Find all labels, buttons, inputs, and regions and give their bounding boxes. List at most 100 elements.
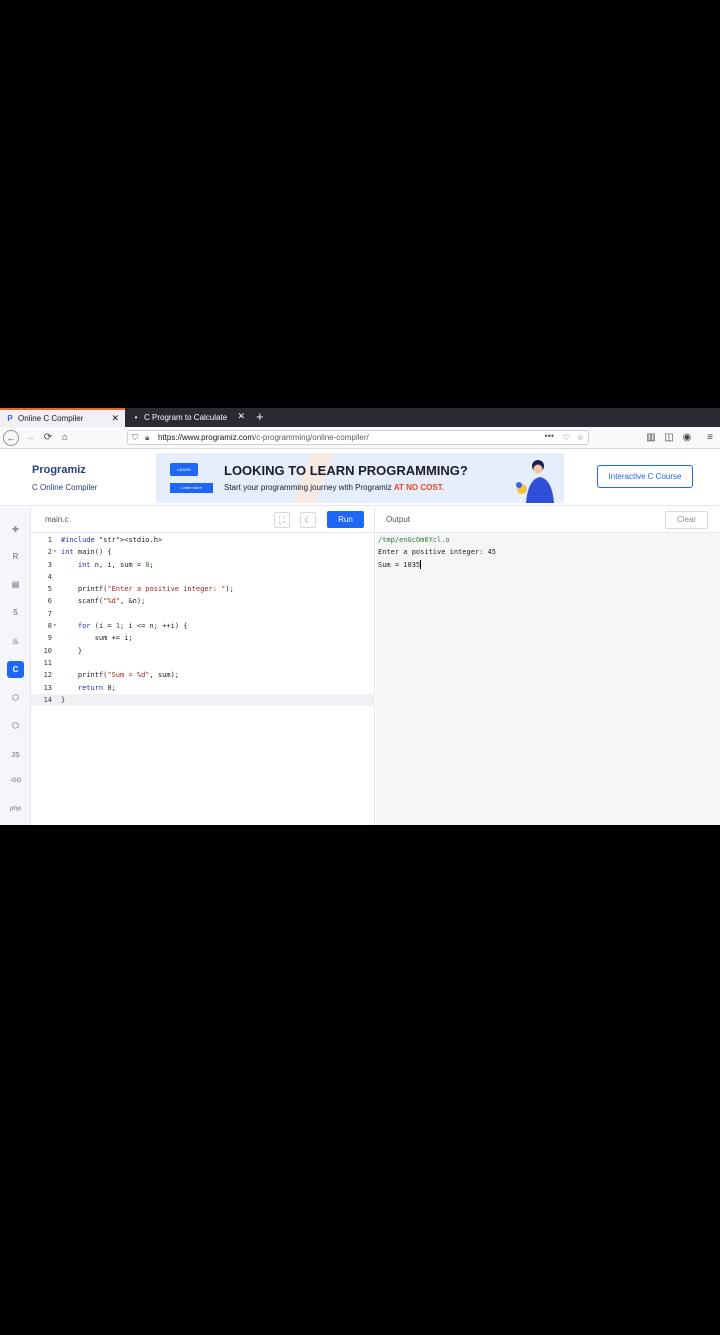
new-tab-button[interactable]: + <box>256 409 264 425</box>
output-header: Output Clear <box>376 507 720 533</box>
file-tab-main-c[interactable]: main.c <box>45 515 69 524</box>
navigation-toolbar: ← → ⟳ ⌂ ⛉ 🔒︎ https://www.programiz.com/c… <box>0 427 720 449</box>
address-bar[interactable]: ⛉ 🔒︎ https://www.programiz.com/c-program… <box>127 430 589 445</box>
sql-icon[interactable]: ▤ <box>7 576 24 593</box>
output-title: Output <box>386 515 411 524</box>
code-text: printf("Sum = %d", sum); <box>61 671 180 680</box>
php-icon[interactable]: php <box>7 801 24 818</box>
code-line[interactable]: 9 sum += i; <box>31 632 375 644</box>
line-number: 6 <box>47 597 52 606</box>
run-button[interactable]: Run <box>327 511 364 528</box>
code-text: int n, i, sum = 0; <box>77 560 154 569</box>
code-text: scanf("%d", &n); <box>61 597 146 606</box>
output-console[interactable]: /tmp/enGcOm6Ycl.o Enter a positive integ… <box>378 534 496 571</box>
banner-subtext-emphasis: AT NO COST. <box>393 483 444 492</box>
line-number: 1 <box>47 536 52 544</box>
code-line[interactable]: 13 return 0; <box>31 682 375 694</box>
bookmark-star-icon[interactable]: ☆ <box>577 431 584 444</box>
forward-arrow-icon[interactable]: → <box>23 430 37 446</box>
lock-icon[interactable]: 🔒︎ <box>145 431 149 444</box>
close-tab-icon[interactable]: ✕ <box>111 413 119 424</box>
back-arrow-icon[interactable]: ← <box>3 430 19 446</box>
code-line[interactable]: 2 ▾ int main() { <box>31 546 375 558</box>
reload-icon[interactable]: ⟳ <box>41 430 55 446</box>
banner-headline: LOOKING TO LEARN PROGRAMMING? <box>224 463 468 478</box>
code-line[interactable]: 5 printf("Enter a positive integer: "); <box>31 583 375 595</box>
code-editor-panel: main.c ⛶ ☾ Run 1 #include "str"><stdio.h>… <box>31 507 375 825</box>
code-text: for (i = 1; i <= n; ++i) { <box>77 622 188 631</box>
banner-decoration <box>292 453 334 503</box>
line-number: 3 <box>47 560 52 569</box>
fold-arrow-icon[interactable]: ▾ <box>53 620 57 632</box>
fullscreen-icon[interactable]: ⛶ <box>274 512 290 528</box>
cpp-icon[interactable]: ⬡ <box>7 689 24 706</box>
c-icon[interactable]: C <box>7 661 24 678</box>
code-line[interactable]: 14} <box>31 693 375 707</box>
line-number: 12 <box>43 671 52 680</box>
dark-mode-icon[interactable]: ☾ <box>300 512 316 528</box>
clear-button[interactable]: Clear <box>665 511 708 529</box>
code-line[interactable]: 10 } <box>31 645 375 657</box>
sidebar-icon[interactable]: ◫ <box>662 430 676 446</box>
go-icon[interactable]: -GO <box>7 773 24 790</box>
line-number: 2 <box>47 548 52 557</box>
code-line[interactable]: 6 scanf("%d", &n); <box>31 595 375 607</box>
shield-icon[interactable]: ⛉ <box>132 431 138 444</box>
line-number: 13 <box>43 683 52 692</box>
fold-arrow-icon[interactable]: ▾ <box>53 546 57 558</box>
code-line[interactable]: 12 printf("Sum = %d", sum); <box>31 669 375 681</box>
code-line[interactable]: 7 <box>31 608 375 620</box>
code-text: printf("Enter a positive integer: "); <box>61 585 234 594</box>
banner-subtext-main: Start your programming journey with Prog… <box>224 483 394 492</box>
tab-online-c-compiler[interactable]: P Online C Compiler ✕ <box>0 408 125 427</box>
promo-banner[interactable]: LEARN PYTHON Learn More LOOKING TO LEARN… <box>156 453 564 503</box>
interactive-course-button[interactable]: Interactive C Course <box>597 465 693 488</box>
learn-more-button[interactable]: Learn More <box>170 483 213 493</box>
code-area[interactable]: 1 #include "str"><stdio.h> 2 ▾ int main() {3… <box>31 534 375 707</box>
person-illustration-icon <box>516 460 554 503</box>
tab-strip: P Online C Compiler ✕ • C Program to Cal… <box>0 408 720 427</box>
csharp-icon[interactable]: ⬡ <box>7 717 24 734</box>
programiz-favicon-icon: P <box>7 414 13 423</box>
line-number: 9 <box>47 634 52 643</box>
js-icon[interactable]: JS <box>7 747 24 764</box>
line-number: 5 <box>47 585 52 594</box>
logo-text: Programiz <box>32 464 86 476</box>
close-tab-icon[interactable]: ✕ <box>237 411 245 422</box>
line-number: 8 <box>47 622 52 631</box>
code-text: #include "str"><stdio.h> <box>61 536 163 544</box>
code-line[interactable]: 1 #include "str"><stdio.h> <box>31 534 375 546</box>
browser-window: P Online C Compiler ✕ • C Program to Cal… <box>0 408 720 825</box>
editor-header: main.c ⛶ ☾ Run <box>31 507 375 533</box>
java-icon[interactable]: ♨ <box>7 633 24 650</box>
code-line[interactable]: 4 <box>31 571 375 583</box>
url-host: https://www.programiz.com <box>158 433 255 442</box>
code-text: } <box>61 646 83 655</box>
tab-c-program[interactable]: • C Program to Calculate ✕ <box>126 408 251 427</box>
language-rail: ✚ R ▤ 5 ♨ C ⬡ ⬡ JS -GO php <box>0 507 31 825</box>
code-line[interactable]: 8 ▾ for (i = 1; i <= n; ++i) { <box>31 620 375 632</box>
page-subtitle: C Online Compiler <box>32 483 98 492</box>
pocket-icon[interactable]: ♡ <box>563 431 570 444</box>
code-line[interactable]: 3 int n, i, sum = 0; <box>31 559 375 571</box>
programiz-logo[interactable]: Programiz <box>32 464 86 476</box>
account-icon[interactable]: ◉ <box>680 430 694 446</box>
page-actions-icon[interactable]: ••• <box>545 430 554 443</box>
line-number: 11 <box>43 658 52 667</box>
output-panel: Output Clear /tmp/enGcOm6Ycl.o Enter a p… <box>376 507 720 825</box>
learn-python-badge: LEARN PYTHON <box>170 463 198 485</box>
output-line: Sum = 1035 <box>378 559 496 571</box>
home-icon[interactable]: ⌂ <box>58 430 72 446</box>
r-icon[interactable]: R <box>7 548 24 565</box>
code-line[interactable]: 11 <box>31 657 375 669</box>
python-icon[interactable]: ✚ <box>7 521 24 538</box>
tab-title: Online C Compiler <box>18 414 84 423</box>
library-icon[interactable]: ▥ <box>644 430 658 446</box>
tab-title: C Program to Calculate <box>144 413 228 422</box>
code-text: sum += i; <box>61 634 133 643</box>
banner-subtext: Start your programming journey with Prog… <box>224 483 444 492</box>
output-line: Enter a positive integer: 45 <box>378 548 497 557</box>
html-icon[interactable]: 5 <box>7 604 24 621</box>
menu-icon[interactable]: ≡ <box>703 430 717 446</box>
code-text: return 0; <box>77 683 116 692</box>
